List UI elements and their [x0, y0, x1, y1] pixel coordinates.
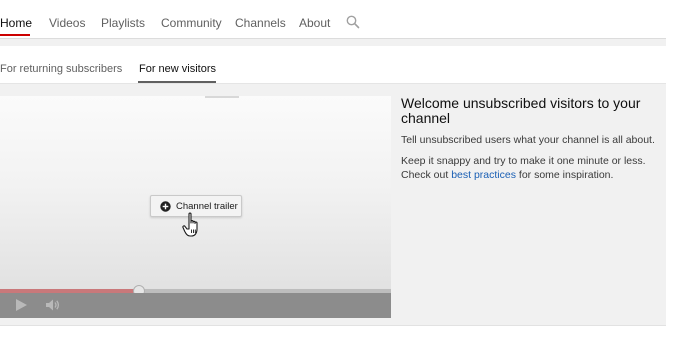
active-subtab-indicator: [138, 81, 216, 83]
channel-trailer-label: Channel trailer: [176, 201, 238, 212]
best-practices-link[interactable]: best practices: [451, 169, 516, 181]
play-icon[interactable]: [13, 298, 29, 312]
trailer-info: Welcome unsubscribed visitors to your ch…: [401, 96, 663, 182]
trailer-tip: Keep it snappy and try to make it one mi…: [401, 154, 663, 182]
page-title: Welcome unsubscribed visitors to your ch…: [401, 95, 641, 126]
volume-icon[interactable]: [45, 298, 61, 312]
plus-circle-icon: [160, 201, 171, 212]
tab-community[interactable]: Community: [161, 16, 222, 30]
tab-new-visitors[interactable]: For new visitors: [139, 63, 216, 75]
divider: [0, 325, 666, 326]
tab-home[interactable]: Home: [0, 16, 32, 30]
trailer-audience-tabs: For returning subscribers For new visito…: [0, 46, 666, 84]
divider: [205, 96, 239, 98]
channel-nav: Home Videos Playlists Community Channels…: [0, 0, 673, 38]
hand-pointer-icon: [182, 212, 198, 237]
tab-channels[interactable]: Channels: [235, 16, 286, 30]
divider: [0, 38, 666, 39]
player-controls: [0, 293, 391, 318]
tab-returning-subscribers[interactable]: For returning subscribers: [0, 63, 122, 75]
tab-about[interactable]: About: [299, 16, 330, 30]
active-tab-indicator: [0, 34, 30, 36]
tip-text-end: for some inspiration.: [515, 169, 614, 181]
tab-playlists[interactable]: Playlists: [101, 16, 145, 30]
video-player[interactable]: Channel trailer: [0, 96, 391, 318]
tab-videos[interactable]: Videos: [49, 16, 85, 30]
trailer-description: Tell unsubscribed users what your channe…: [401, 134, 655, 146]
search-icon[interactable]: [346, 15, 360, 29]
